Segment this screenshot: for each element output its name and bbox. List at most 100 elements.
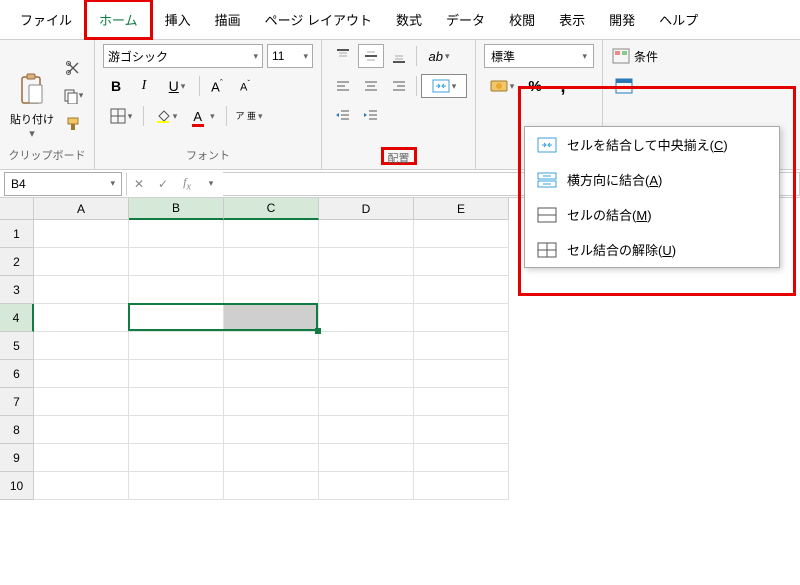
tab-pagelayout[interactable]: ページ レイアウト	[253, 2, 384, 37]
cell-B1[interactable]	[129, 220, 224, 248]
cell-B2[interactable]	[129, 248, 224, 276]
fill-color-button[interactable]: ▾	[148, 104, 184, 128]
row-header-9[interactable]: 9	[0, 444, 34, 472]
cell-E1[interactable]	[414, 220, 509, 248]
align-center-button[interactable]	[358, 74, 384, 98]
cell-A5[interactable]	[34, 332, 129, 360]
cell-E4[interactable]	[414, 304, 509, 332]
cell-D9[interactable]	[319, 444, 414, 472]
cell-C5[interactable]	[224, 332, 319, 360]
cell-B3[interactable]	[129, 276, 224, 304]
cell-D3[interactable]	[319, 276, 414, 304]
cell-B5[interactable]	[129, 332, 224, 360]
cell-B7[interactable]	[129, 388, 224, 416]
conditional-format-button[interactable]: 条件	[611, 44, 659, 68]
tab-view[interactable]: 表示	[547, 2, 597, 37]
currency-button[interactable]: ▾	[484, 74, 520, 98]
cell-E10[interactable]	[414, 472, 509, 500]
cell-D6[interactable]	[319, 360, 414, 388]
borders-button[interactable]: ▾	[103, 104, 139, 128]
col-header-B[interactable]: B	[129, 198, 224, 220]
tab-review[interactable]: 校閲	[497, 2, 547, 37]
phonetic-button[interactable]: ア 亜 ▾	[231, 104, 267, 128]
select-all-corner[interactable]	[0, 198, 34, 220]
row-header-4[interactable]: 4	[0, 304, 34, 332]
enter-button[interactable]: ✓	[151, 172, 175, 196]
cell-A3[interactable]	[34, 276, 129, 304]
font-name-select[interactable]: 游ゴシック ▾	[103, 44, 263, 68]
row-header-3[interactable]: 3	[0, 276, 34, 304]
cell-A1[interactable]	[34, 220, 129, 248]
cell-C10[interactable]	[224, 472, 319, 500]
format-painter-button[interactable]	[60, 112, 86, 136]
increase-font-button[interactable]: Aˆ	[204, 74, 230, 98]
row-header-7[interactable]: 7	[0, 388, 34, 416]
cell-D10[interactable]	[319, 472, 414, 500]
cell-B9[interactable]	[129, 444, 224, 472]
merge-button[interactable]: ▾	[421, 74, 467, 98]
cell-A10[interactable]	[34, 472, 129, 500]
row-header-6[interactable]: 6	[0, 360, 34, 388]
cell-E6[interactable]	[414, 360, 509, 388]
cell-D7[interactable]	[319, 388, 414, 416]
cell-C6[interactable]	[224, 360, 319, 388]
percent-button[interactable]: %	[522, 74, 548, 98]
align-middle-button[interactable]	[358, 44, 384, 68]
cell-C1[interactable]	[224, 220, 319, 248]
cell-D4[interactable]	[319, 304, 414, 332]
col-header-D[interactable]: D	[319, 198, 414, 220]
copy-button[interactable]: ▾	[60, 84, 86, 108]
cell-A7[interactable]	[34, 388, 129, 416]
cancel-button[interactable]: ✕	[127, 172, 151, 196]
cell-C2[interactable]	[224, 248, 319, 276]
underline-button[interactable]: U▾	[159, 74, 195, 98]
cell-E8[interactable]	[414, 416, 509, 444]
cell-B8[interactable]	[129, 416, 224, 444]
format-as-table-button[interactable]	[611, 74, 637, 98]
row-header-5[interactable]: 5	[0, 332, 34, 360]
font-size-select[interactable]: 11 ▾	[267, 44, 313, 68]
cell-B6[interactable]	[129, 360, 224, 388]
name-box[interactable]: B4 ▾	[4, 172, 122, 196]
cell-C9[interactable]	[224, 444, 319, 472]
cell-A4[interactable]	[34, 304, 129, 332]
cell-C7[interactable]	[224, 388, 319, 416]
align-bottom-button[interactable]	[386, 44, 412, 68]
comma-button[interactable]: ,	[550, 74, 576, 98]
orientation-button[interactable]: ab▾	[421, 44, 457, 68]
col-header-E[interactable]: E	[414, 198, 509, 220]
italic-button[interactable]: I	[131, 74, 157, 98]
col-header-A[interactable]: A	[34, 198, 129, 220]
cell-A9[interactable]	[34, 444, 129, 472]
tab-insert[interactable]: 挿入	[153, 2, 203, 37]
decrease-font-button[interactable]: Aˇ	[232, 74, 258, 98]
menu-merge-across[interactable]: 横方向に結合(A)	[525, 162, 779, 197]
fx-button[interactable]: fx	[175, 172, 199, 196]
bold-button[interactable]: B	[103, 74, 129, 98]
cell-C8[interactable]	[224, 416, 319, 444]
tab-draw[interactable]: 描画	[203, 2, 253, 37]
tab-formulas[interactable]: 数式	[384, 2, 434, 37]
cell-E5[interactable]	[414, 332, 509, 360]
menu-unmerge[interactable]: セル結合の解除(U)	[525, 232, 779, 267]
tab-data[interactable]: データ	[434, 2, 497, 37]
cell-A8[interactable]	[34, 416, 129, 444]
menu-merge-cells[interactable]: セルの結合(M)	[525, 197, 779, 232]
col-header-C[interactable]: C	[224, 198, 319, 220]
cell-D1[interactable]	[319, 220, 414, 248]
cell-D2[interactable]	[319, 248, 414, 276]
tab-developer[interactable]: 開発	[597, 2, 647, 37]
tab-file[interactable]: ファイル	[8, 2, 84, 37]
align-right-button[interactable]	[386, 74, 412, 98]
align-top-button[interactable]	[330, 44, 356, 68]
cut-button[interactable]	[60, 56, 86, 80]
tab-help[interactable]: ヘルプ	[647, 2, 710, 37]
cell-E2[interactable]	[414, 248, 509, 276]
menu-merge-center[interactable]: セルを結合して中央揃え(C)	[525, 127, 779, 162]
cell-E7[interactable]	[414, 388, 509, 416]
row-header-10[interactable]: 10	[0, 472, 34, 500]
row-header-1[interactable]: 1	[0, 220, 34, 248]
cell-E9[interactable]	[414, 444, 509, 472]
cell-C3[interactable]	[224, 276, 319, 304]
cell-A2[interactable]	[34, 248, 129, 276]
